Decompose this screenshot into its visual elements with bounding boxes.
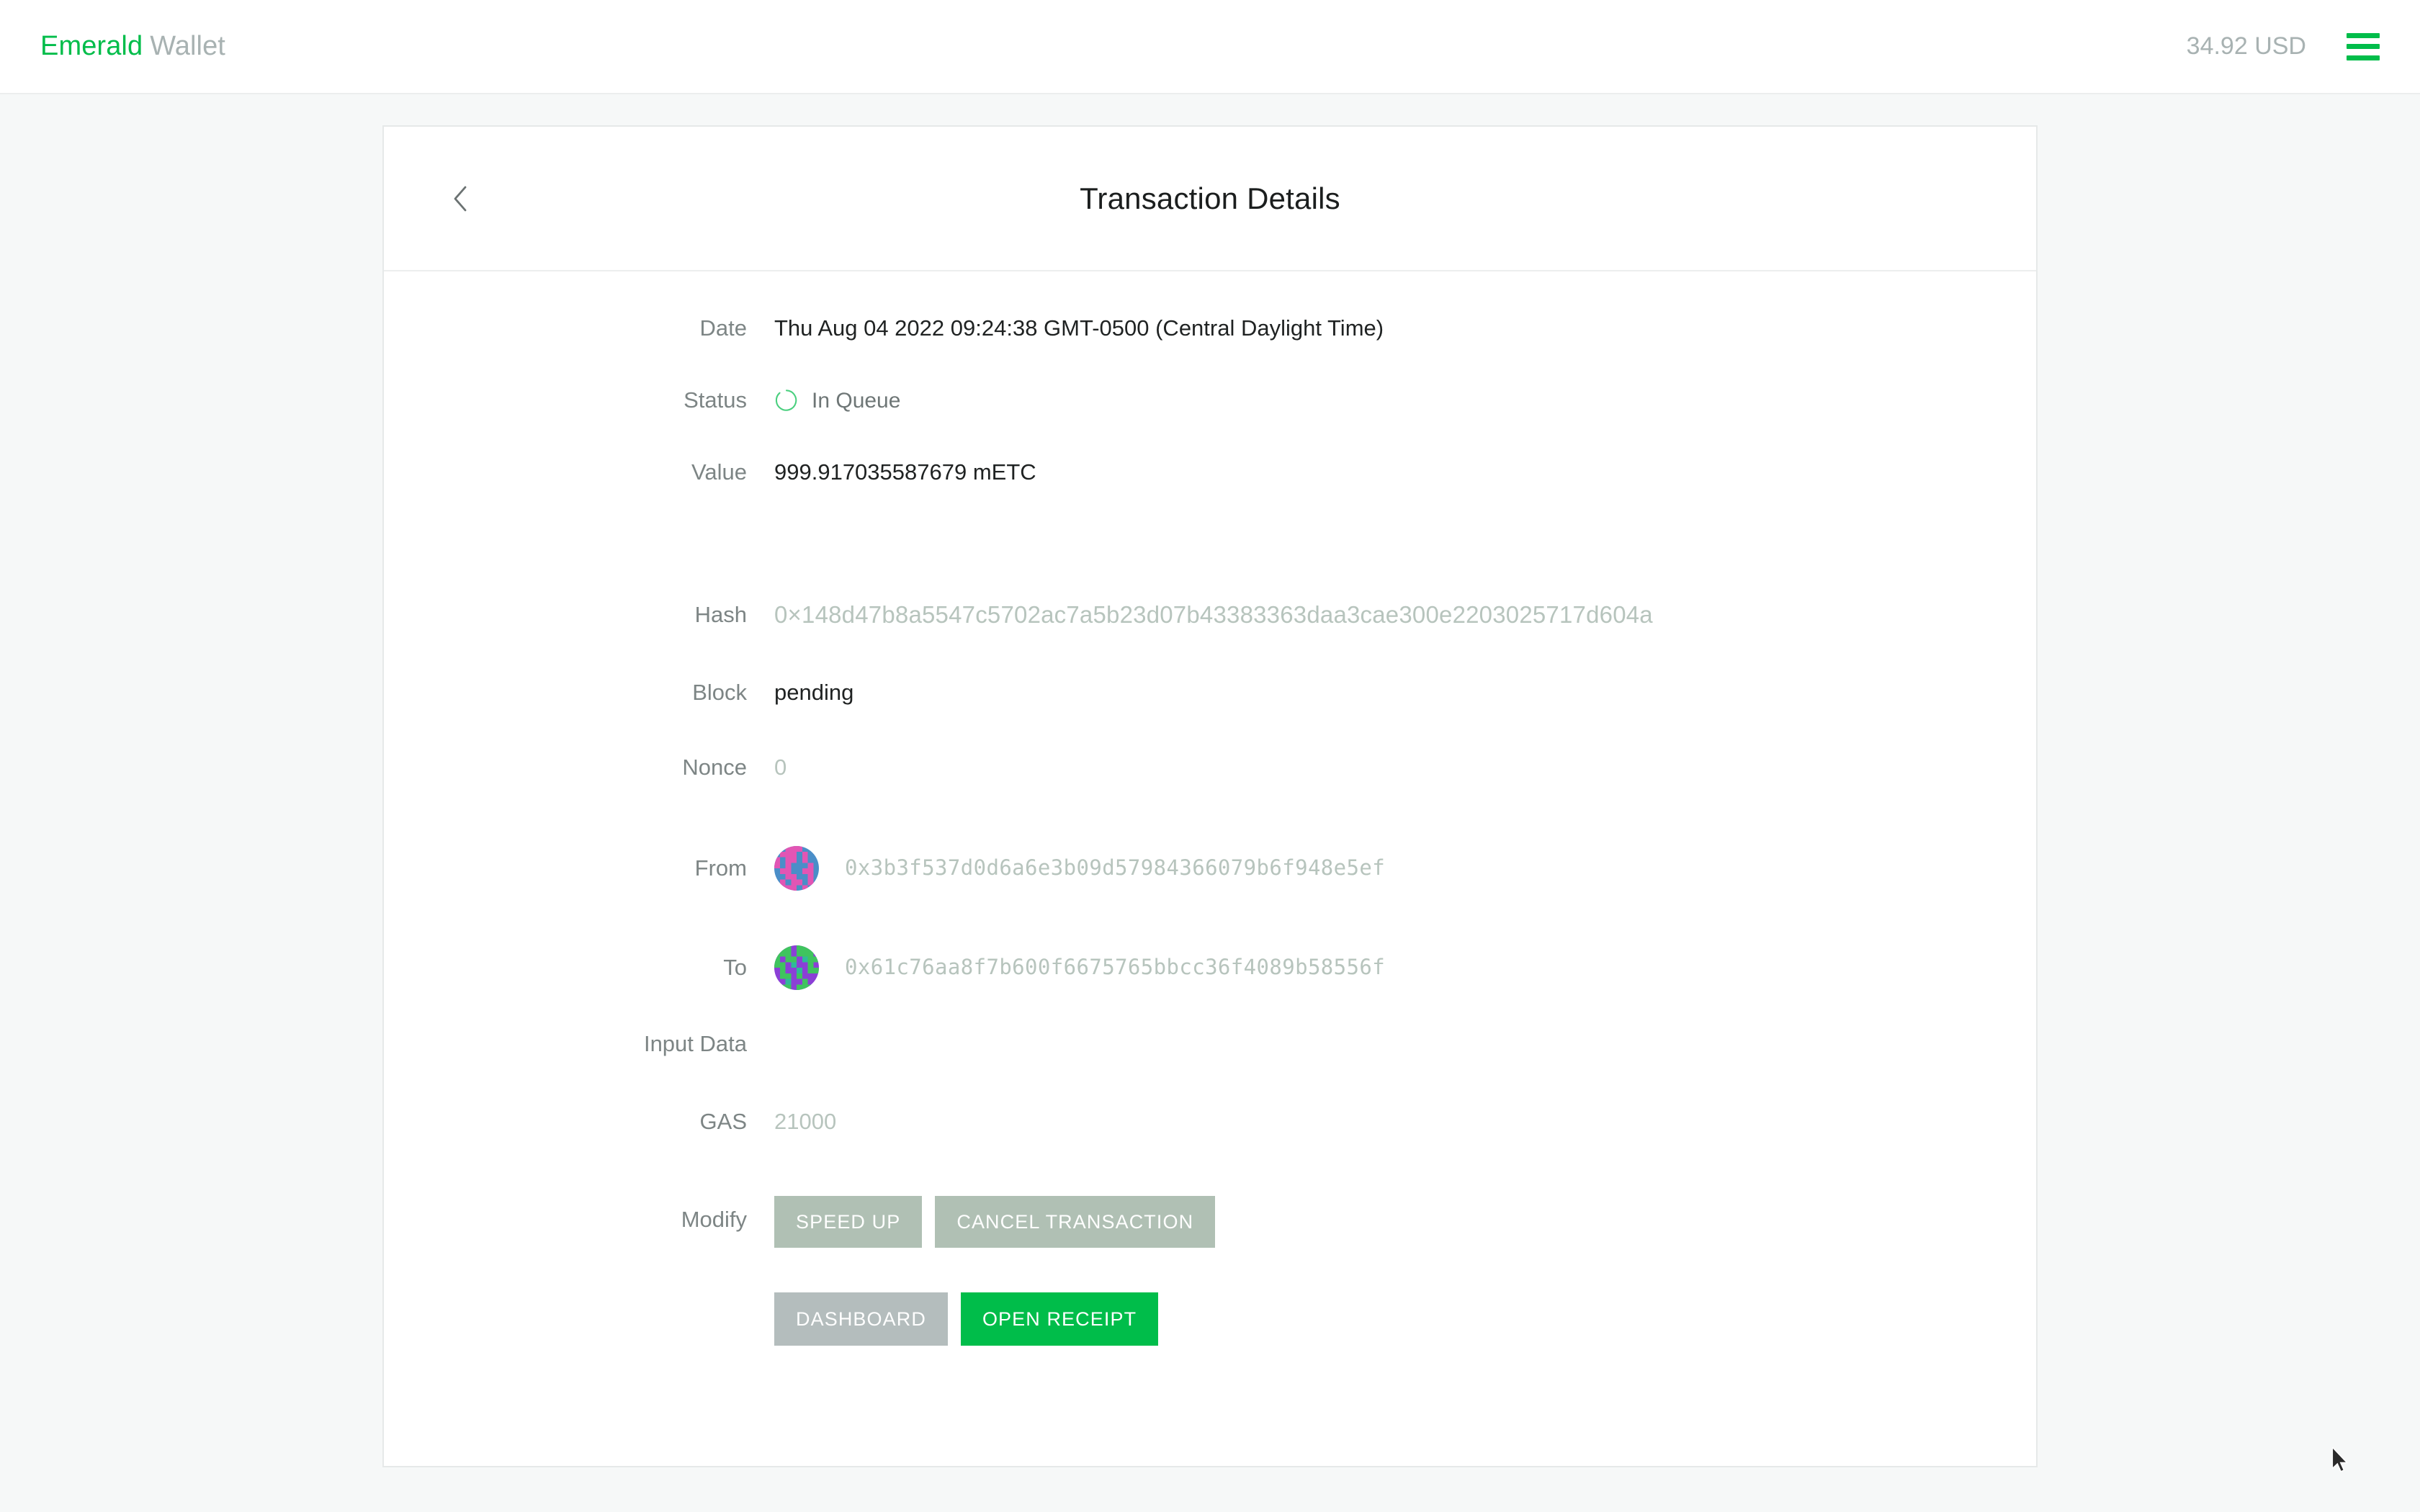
- detail-row-to: To 0x61c76aa8f7b600f6675765bbcc36f4089b5…: [384, 941, 2036, 1026]
- spinner-icon: [775, 390, 797, 411]
- detail-label-status: Status: [684, 387, 747, 413]
- detail-row-modify: Modify SPEED UP CANCEL TRANSACTION: [384, 1192, 2036, 1292]
- brand-name-secondary: Wallet: [150, 31, 225, 61]
- detail-label-hash: Hash: [694, 602, 747, 627]
- modify-button-group: SPEED UP CANCEL TRANSACTION: [774, 1196, 1216, 1248]
- status-text: In Queue: [812, 388, 901, 413]
- detail-label-date: Date: [699, 315, 747, 341]
- brand-name-primary: Emerald: [40, 31, 143, 61]
- top-navigation-bar: Emerald Wallet 34.92 USD: [0, 0, 2420, 94]
- detail-value-date: Thu Aug 04 2022 09:24:38 GMT-0500 (Centr…: [774, 315, 1384, 341]
- detail-label-modify: Modify: [681, 1207, 747, 1232]
- detail-value-status: In Queue: [774, 382, 2036, 414]
- detail-row-from: From 0x3b3f537d0d6a6e3b09d57984366079b6f…: [384, 842, 2036, 941]
- address-identicon: [774, 945, 819, 990]
- cancel-transaction-button[interactable]: CANCEL TRANSACTION: [935, 1196, 1216, 1248]
- detail-row-status: Status In Queue: [384, 382, 2036, 454]
- detail-value-nonce: 0: [774, 754, 787, 780]
- page-title: Transaction Details: [1080, 181, 1340, 215]
- detail-row-nonce: Nonce 0: [384, 750, 2036, 842]
- detail-value-from: 0x3b3f537d0d6a6e3b09d57984366079b6f948e5…: [774, 842, 2036, 891]
- from-address-group[interactable]: 0x3b3f537d0d6a6e3b09d57984366079b6f948e5…: [774, 846, 1385, 891]
- detail-value-hash[interactable]: 0×148d47b8a5547c5702ac7a5b23d07b43383363…: [774, 597, 2036, 629]
- hamburger-line: [2347, 32, 2380, 38]
- transaction-details-card: Transaction Details Date Thu Aug 04 2022…: [382, 125, 2038, 1467]
- detail-label-nonce: Nonce: [682, 755, 747, 780]
- detail-label-block: Block: [692, 680, 747, 705]
- to-address-text: 0x61c76aa8f7b600f6675765bbcc36f4089b5855…: [845, 955, 1386, 980]
- footer-action-group: DASHBOARD OPEN RECEIPT: [384, 1292, 2036, 1346]
- detail-value-input-data: [774, 1026, 2036, 1058]
- speed-up-button[interactable]: SPEED UP: [774, 1196, 923, 1248]
- hamburger-line: [2347, 55, 2380, 60]
- transaction-details-list: Date Thu Aug 04 2022 09:24:38 GMT-0500 (…: [384, 271, 2036, 1346]
- detail-row-gas: GAS 21000: [384, 1104, 2036, 1192]
- detail-label-to: To: [723, 955, 747, 980]
- mouse-cursor: [2332, 1447, 2349, 1472]
- detail-label-gas: GAS: [699, 1109, 747, 1134]
- app-logo[interactable]: Emerald Wallet: [40, 31, 225, 62]
- detail-value-to: 0x61c76aa8f7b600f6675765bbcc36f4089b5855…: [774, 941, 2036, 990]
- detail-value-amount: 999.917035587679 mETC: [774, 459, 1036, 485]
- card-header: Transaction Details: [384, 127, 2036, 271]
- address-identicon: [774, 846, 819, 891]
- detail-row-value: Value 999.917035587679 mETC: [384, 454, 2036, 597]
- topbar-right-group: 34.92 USD: [2187, 32, 2380, 60]
- dashboard-button[interactable]: DASHBOARD: [774, 1292, 948, 1346]
- status-badge: In Queue: [774, 388, 900, 413]
- open-receipt-button[interactable]: OPEN RECEIPT: [960, 1292, 1159, 1346]
- total-balance-fiat: 34.92 USD: [2186, 32, 2306, 60]
- detail-value-gas: 21000: [774, 1108, 837, 1134]
- detail-label-value: Value: [691, 459, 747, 485]
- hamburger-line: [2347, 44, 2380, 49]
- detail-row-block: Block pending: [384, 675, 2036, 750]
- detail-value-block: pending: [774, 679, 854, 705]
- hamburger-menu-icon[interactable]: [2347, 32, 2380, 60]
- detail-value-modify: SPEED UP CANCEL TRANSACTION: [774, 1192, 2036, 1248]
- detail-label-from: From: [694, 855, 747, 881]
- from-address-text: 0x3b3f537d0d6a6e3b09d57984366079b6f948e5…: [845, 855, 1386, 881]
- detail-row-hash: Hash 0×148d47b8a5547c5702ac7a5b23d07b433…: [384, 597, 2036, 675]
- detail-row-input-data: Input Data: [384, 1026, 2036, 1104]
- detail-row-date: Date Thu Aug 04 2022 09:24:38 GMT-0500 (…: [384, 310, 2036, 382]
- chevron-left-icon[interactable]: [438, 176, 484, 222]
- to-address-group[interactable]: 0x61c76aa8f7b600f6675765bbcc36f4089b5855…: [774, 945, 1385, 990]
- detail-label-input-data: Input Data: [643, 1031, 747, 1056]
